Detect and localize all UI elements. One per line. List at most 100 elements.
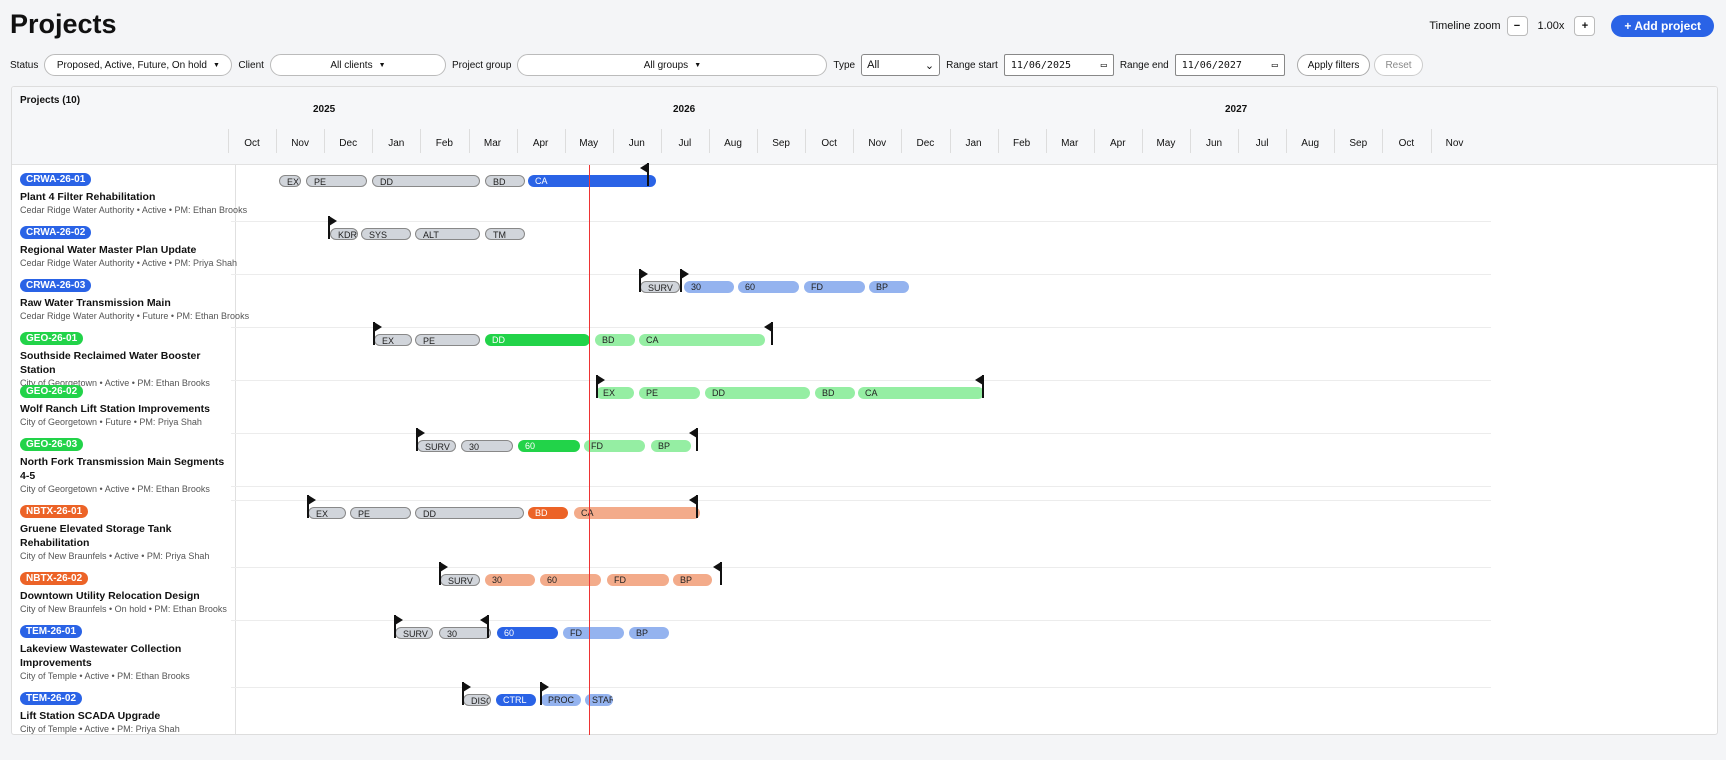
- phase-bar[interactable]: TM: [485, 228, 525, 240]
- month-label: Sep: [772, 138, 790, 149]
- project-code-badge[interactable]: CRWA-26-01: [20, 173, 92, 186]
- phase-bar[interactable]: SURV: [417, 440, 456, 452]
- project-code-badge[interactable]: GEO-26-03: [20, 438, 84, 451]
- phase-bar[interactable]: 30: [439, 627, 491, 639]
- project-meta: City of New Braunfels • Active • PM: Pri…: [20, 551, 210, 561]
- phase-bar[interactable]: SURV: [640, 281, 680, 293]
- phase-bar[interactable]: DD: [485, 334, 590, 346]
- phase-bar[interactable]: CA: [639, 334, 765, 346]
- phase-bar[interactable]: DISC: [463, 694, 491, 706]
- phase-bar[interactable]: DD: [372, 175, 480, 187]
- project-item[interactable]: NBTX-26-01 Gruene Elevated Storage Tank …: [20, 501, 225, 561]
- project-meta: City of Georgetown • Active • PM: Ethan …: [20, 484, 210, 494]
- project-code-badge[interactable]: GEO-26-01: [20, 332, 84, 345]
- project-code-badge[interactable]: GEO-26-02: [20, 385, 84, 398]
- phase-bar[interactable]: 60: [540, 574, 601, 586]
- phase-bar[interactable]: DD: [705, 387, 810, 399]
- phase-bar[interactable]: CTRL: [496, 694, 536, 706]
- phase-bar[interactable]: BP: [629, 627, 669, 639]
- project-meta: Cedar Ridge Water Authority • Active • P…: [20, 205, 248, 215]
- phase-bar[interactable]: PE: [350, 507, 411, 519]
- phase-bar[interactable]: SURV: [395, 627, 433, 639]
- project-code-badge[interactable]: NBTX-26-02: [20, 572, 89, 585]
- phase-bar[interactable]: 60: [497, 627, 558, 639]
- year-label: 2025: [313, 104, 336, 115]
- project-name: Gruene Elevated Storage Tank Rehabilitat…: [20, 523, 172, 549]
- project-item[interactable]: TEM-26-01 Lakeview Wastewater Collection…: [20, 621, 225, 681]
- phase-bar[interactable]: EX: [279, 175, 301, 187]
- phase-bar[interactable]: 30: [684, 281, 734, 293]
- phase-bar[interactable]: CA: [574, 507, 700, 519]
- phase-bar[interactable]: ALT: [415, 228, 480, 240]
- status-select[interactable]: Proposed, Active, Future, On hold ▼: [44, 54, 233, 76]
- phase-bar[interactable]: BD: [815, 387, 855, 399]
- type-select[interactable]: All ⌄: [861, 54, 941, 76]
- phase-bar[interactable]: FD: [584, 440, 645, 452]
- range-start-input[interactable]: 11/06/2025 ▭: [1003, 54, 1114, 76]
- zoom-in-button[interactable]: +: [1574, 16, 1596, 36]
- phase-bar[interactable]: 30: [485, 574, 535, 586]
- phase-bar[interactable]: SYS: [361, 228, 411, 240]
- phase-bar[interactable]: PROC: [541, 694, 581, 706]
- month-label: Dec: [916, 138, 935, 149]
- phase-bar[interactable]: CA: [528, 175, 656, 187]
- month-label: Jun: [1205, 138, 1223, 149]
- project-code-badge[interactable]: TEM-26-01: [20, 625, 83, 638]
- project-item[interactable]: GEO-26-03 North Fork Transmission Main S…: [20, 434, 225, 494]
- month-label: Apr: [532, 138, 549, 149]
- project-meta: City of Temple • Active • PM: Priya Shah: [20, 724, 180, 734]
- project-code-badge[interactable]: NBTX-26-01: [20, 505, 89, 518]
- month-label: Oct: [1398, 138, 1415, 149]
- row-divider: [231, 687, 1491, 688]
- phase-bar[interactable]: FD: [563, 627, 624, 639]
- phase-bar[interactable]: 60: [518, 440, 580, 452]
- phase-bar[interactable]: SURV: [440, 574, 480, 586]
- phase-bar[interactable]: EX: [374, 334, 412, 346]
- phase-bar[interactable]: EX: [596, 387, 634, 399]
- project-item[interactable]: CRWA-26-03 Raw Water Transmission Main C…: [20, 275, 249, 321]
- project-item[interactable]: NBTX-26-02 Downtown Utility Relocation D…: [20, 568, 227, 614]
- project-code-badge[interactable]: TEM-26-02: [20, 692, 83, 705]
- project-item[interactable]: CRWA-26-01 Plant 4 Filter Rehabilitation…: [20, 169, 247, 215]
- phase-bar[interactable]: KDR: [330, 228, 358, 240]
- phase-bar[interactable]: BD: [485, 175, 525, 187]
- phase-bar[interactable]: BP: [651, 440, 691, 452]
- phase-bar[interactable]: BP: [673, 574, 712, 586]
- project-group-select[interactable]: All groups ▼: [517, 54, 828, 76]
- project-item[interactable]: GEO-26-02 Wolf Ranch Lift Station Improv…: [20, 381, 225, 427]
- phase-bar[interactable]: FD: [804, 281, 865, 293]
- phase-bar[interactable]: 30: [461, 440, 513, 452]
- project-name: Raw Water Transmission Main: [20, 297, 171, 309]
- zoom-out-button[interactable]: −: [1506, 16, 1528, 36]
- phase-bar[interactable]: BD: [595, 334, 635, 346]
- phase-bar[interactable]: PE: [415, 334, 480, 346]
- add-project-button[interactable]: + Add project: [1611, 15, 1714, 37]
- caret-down-icon: ▼: [694, 61, 702, 69]
- phase-bar[interactable]: FD: [607, 574, 669, 586]
- month-divider: [1430, 129, 1432, 153]
- phase-bar[interactable]: BP: [869, 281, 909, 293]
- phase-bar[interactable]: DD: [415, 507, 524, 519]
- project-item[interactable]: CRWA-26-02 Regional Water Master Plan Up…: [20, 222, 237, 268]
- phase-bar[interactable]: PE: [306, 175, 367, 187]
- phase-bar[interactable]: BD: [528, 507, 568, 519]
- calendar-icon[interactable]: ▭: [1101, 60, 1107, 71]
- reset-button[interactable]: Reset: [1374, 54, 1423, 76]
- caret-down-icon: ▼: [378, 61, 386, 69]
- month-label: Sep: [1349, 138, 1368, 149]
- phase-bar[interactable]: EX: [308, 507, 346, 519]
- project-name: Wolf Ranch Lift Station Improvements: [20, 403, 210, 415]
- project-meta: City of New Braunfels • On hold • PM: Et…: [20, 604, 227, 614]
- phase-bar[interactable]: 60: [738, 281, 799, 293]
- project-item[interactable]: GEO-26-01 Southside Reclaimed Water Boos…: [20, 328, 225, 388]
- phase-bar[interactable]: CA: [858, 387, 984, 399]
- project-code-badge[interactable]: CRWA-26-03: [20, 279, 92, 292]
- apply-filters-button[interactable]: Apply filters: [1296, 54, 1371, 76]
- project-code-badge[interactable]: CRWA-26-02: [20, 226, 92, 239]
- flag-pennant: [975, 375, 983, 385]
- client-select[interactable]: All clients ▼: [269, 54, 446, 76]
- project-item[interactable]: TEM-26-02 Lift Station SCADA Upgrade Cit…: [20, 688, 225, 734]
- calendar-icon[interactable]: ▭: [1272, 60, 1278, 71]
- range-end-input[interactable]: 11/06/2027 ▭: [1174, 54, 1285, 76]
- phase-bar[interactable]: PE: [639, 387, 700, 399]
